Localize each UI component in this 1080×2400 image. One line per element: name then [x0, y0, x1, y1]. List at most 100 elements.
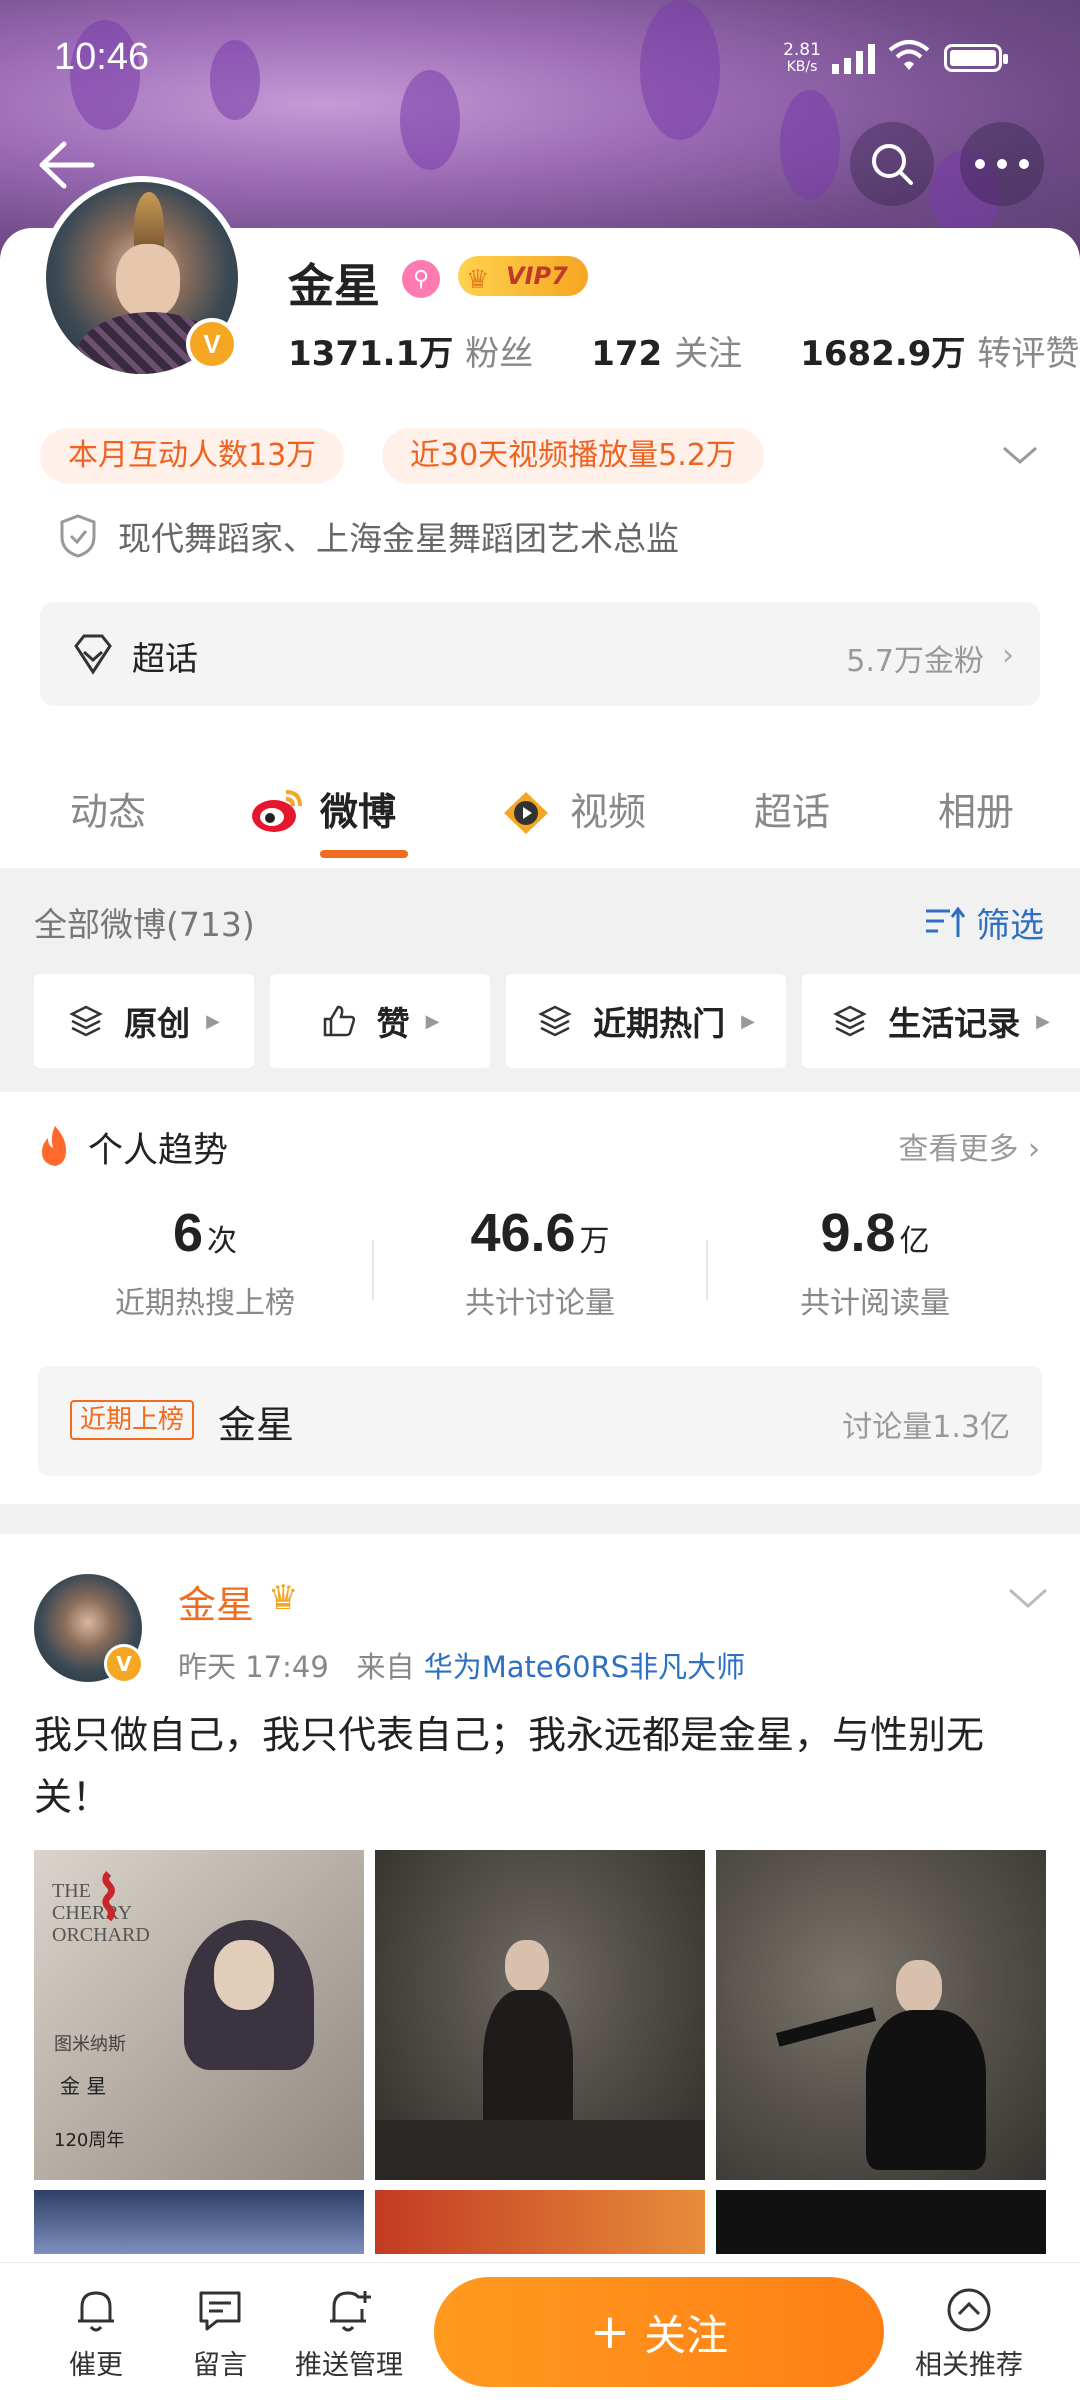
super-topic-entry[interactable]: 超话 5.7万金粉 › [40, 602, 1040, 706]
status-bar: 10:46 2.81 KB/s [0, 0, 1080, 120]
bottom-item-label: 推送管理 [295, 2350, 403, 2381]
divider [372, 1240, 374, 1300]
filter-section: 全部微博(713) 筛选 原创 ▶ 赞 ▶ 近期热门 ▶ 生活记录 ▶ [0, 868, 1080, 1092]
chevron-up-circle-icon [947, 2288, 991, 2332]
stat-label: 粉丝 [465, 334, 534, 374]
video-play-icon [504, 792, 548, 834]
follow-button[interactable]: + 关注 [434, 2277, 884, 2387]
post-author[interactable]: 金星 [178, 1574, 254, 1629]
weibo-logo-icon [252, 790, 302, 832]
verification-info: 现代舞蹈家、上海金星舞蹈团艺术总监 [58, 512, 679, 560]
fan-badge-icon[interactable]: ⚲ [402, 260, 440, 298]
stat-following[interactable]: 172 关注 [591, 326, 742, 375]
trend-stat-hot-search: 6次 近期热搜上榜 [40, 1202, 370, 1322]
battery-icon [944, 44, 1008, 72]
weibo-count: 全部微博(713) [34, 905, 255, 944]
chevron-down-icon[interactable] [1000, 444, 1040, 468]
verification-text: 现代舞蹈家、上海金星舞蹈团艺术总监 [118, 519, 679, 558]
personal-trend-section: 个人趋势 查看更多 › 6次 近期热搜上榜 46.6 万 共计讨论量 9.8 亿 共… [0, 1092, 1080, 1504]
network-speed-value: 2.81 [783, 40, 821, 60]
bottom-item-message[interactable]: 留言 [160, 2285, 280, 2382]
tab-video[interactable]: 视频 [570, 770, 646, 854]
bottom-item-recommend[interactable]: 相关推荐 [904, 2285, 1034, 2382]
back-button[interactable] [34, 140, 98, 190]
filter-pill-liked[interactable]: 赞 ▶ [270, 974, 490, 1068]
diamond-icon [74, 634, 112, 675]
post-image[interactable] [375, 2190, 705, 2254]
trend-more-link[interactable]: 查看更多 › [898, 1124, 1040, 1168]
filter-pill-recent-hot[interactable]: 近期热门 ▶ [506, 974, 786, 1068]
bottom-item-push-settings[interactable]: 推送管理 [284, 2285, 414, 2382]
more-button[interactable] [960, 122, 1044, 206]
trend-stat-value: 6 [172, 1203, 204, 1263]
super-topic-fans: 5.7万金粉 [846, 644, 984, 679]
hot-search-entry[interactable]: 近期上榜 金星 讨论量1.3亿 [38, 1366, 1042, 1476]
layers-icon [69, 1005, 103, 1037]
follow-label: 关注 [644, 2310, 729, 2360]
trend-more-label: 查看更多 [898, 1132, 1019, 1167]
tab-weibo[interactable]: 微博 [320, 770, 396, 854]
filter-pill-life-records[interactable]: 生活记录 ▶ [802, 974, 1080, 1068]
post-meta: 昨天 17:49 来自 华为Mate60RS非凡大师 [178, 1644, 745, 1686]
trend-stat-reads: 9.8 亿 共计阅读量 [710, 1202, 1040, 1322]
trend-stat-label: 共计阅读量 [800, 1286, 950, 1321]
poster-text: 120周年 [54, 2130, 125, 2151]
vip-badge[interactable]: ♛ VIP7 [458, 256, 588, 296]
comment-icon [199, 2291, 241, 2331]
pill-label: 生活记录 [888, 1004, 1021, 1043]
trend-stat-unit: 亿 [899, 1224, 930, 1259]
post-image[interactable] [716, 2190, 1046, 2254]
shield-icon [60, 514, 96, 558]
filter-pill-original[interactable]: 原创 ▶ [34, 974, 254, 1068]
stat-engagement[interactable]: 1682.9万 转评赞 [800, 326, 1079, 375]
filter-label: 筛选 [976, 906, 1044, 946]
post-source[interactable]: 华为Mate60RS非凡大师 [424, 1650, 745, 1684]
tab-super-topic[interactable]: 超话 [754, 770, 830, 854]
chip-interactions[interactable]: 本月互动人数13万 [40, 428, 345, 484]
trend-stat-label: 共计讨论量 [465, 1286, 615, 1321]
hot-search-keyword: 金星 [218, 1403, 295, 1447]
network-speed-unit: KB/s [786, 59, 818, 75]
tab-album[interactable]: 相册 [938, 770, 1014, 854]
post-time: 昨天 17:49 [178, 1650, 329, 1684]
section-divider [0, 1504, 1080, 1534]
chevron-right-icon: › [1002, 638, 1014, 673]
network-speed: 2.81 KB/s [780, 42, 824, 76]
filter-icon [926, 906, 966, 937]
layers-icon [538, 1005, 572, 1037]
trend-stat-unit: 次 [207, 1224, 238, 1259]
profile-stats: 1371.1万 粉丝 172 关注 1682.9万 转评赞 [288, 326, 1079, 375]
more-dots-icon [975, 159, 1029, 169]
verified-badge: V [104, 1644, 144, 1684]
search-button[interactable] [850, 122, 934, 206]
verified-badge: V [186, 318, 238, 370]
status-time: 10:46 [54, 36, 150, 78]
stat-value: 1371.1万 [288, 334, 454, 374]
bottom-item-label: 留言 [193, 2350, 247, 2381]
post-from-label: 来自 [356, 1650, 415, 1684]
post-image[interactable] [716, 1850, 1046, 2180]
plus-icon: + [589, 2304, 631, 2360]
post-text: 我只做自己，我只代表自己；我永远都是金星，与性别无关！ [34, 1713, 985, 1819]
hot-search-tag: 近期上榜 [70, 1400, 195, 1440]
hot-search-discussion: 讨论量1.3亿 [842, 1410, 1010, 1445]
signal-icon [832, 44, 875, 74]
chevron-down-icon[interactable] [1006, 1586, 1050, 1612]
poster-text: 金 星 [60, 2074, 107, 2098]
divider [706, 1240, 708, 1300]
poster-face [214, 1940, 274, 2010]
profile-tabs: 动态 微博 视频 超话 相册 [0, 770, 1080, 866]
bottom-item-label: 催更 [69, 2350, 123, 2381]
chip-video-plays[interactable]: 近30天视频播放量5.2万 [382, 428, 764, 484]
trend-stat-label: 近期热搜上榜 [115, 1286, 295, 1321]
post-image[interactable]: THE CHERRY ORCHARD ⌇ 图米纳斯 金 星 120周年 [34, 1850, 364, 2180]
stat-label: 关注 [674, 334, 743, 374]
post-image[interactable] [375, 1850, 705, 2180]
filter-button[interactable]: 筛选 [924, 898, 1044, 947]
tab-activity[interactable]: 动态 [70, 770, 146, 854]
stat-followers[interactable]: 1371.1万 粉丝 [288, 326, 533, 375]
post-image[interactable] [34, 2190, 364, 2254]
bottom-action-bar: 催更 留言 推送管理 + 关注 相关推荐 [0, 2262, 1080, 2400]
bottom-item-remind[interactable]: 催更 [36, 2285, 156, 2382]
stat-label: 转评赞 [977, 334, 1080, 374]
